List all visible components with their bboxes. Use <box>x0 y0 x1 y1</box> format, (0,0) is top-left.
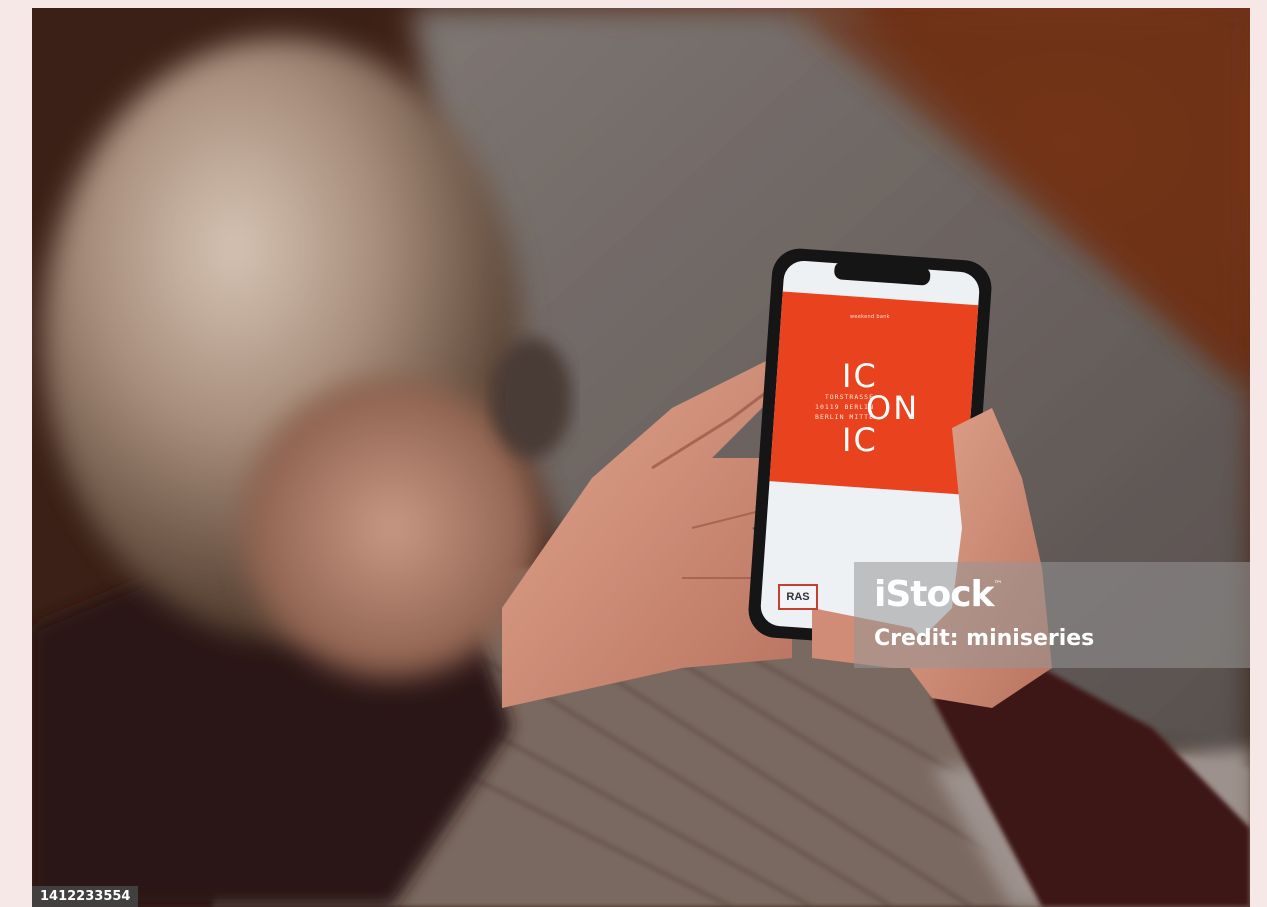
istock-watermark: iStock™ Credit: miniseries <box>854 562 1250 668</box>
iconic-logo: IC ON IC <box>842 360 919 456</box>
logo-line: IC <box>842 421 878 459</box>
credit-text: Credit: miniseries <box>874 626 1095 651</box>
trademark-symbol: ™ <box>993 580 1003 590</box>
logo-line: IC <box>842 357 878 395</box>
istock-logo-text: iStock <box>874 574 994 615</box>
photo-scene <box>32 8 1250 907</box>
image-id-label: 1412233554 <box>32 886 138 907</box>
screen-brand-text: weekend bank <box>850 314 890 320</box>
logo-line: ON <box>866 389 920 427</box>
ras-badge: RAS <box>778 584 818 610</box>
stock-photo: weekend bank TORSTRASSE 10119 BERLIN BER… <box>32 8 1250 907</box>
istock-logo: iStock™ <box>874 574 1003 615</box>
